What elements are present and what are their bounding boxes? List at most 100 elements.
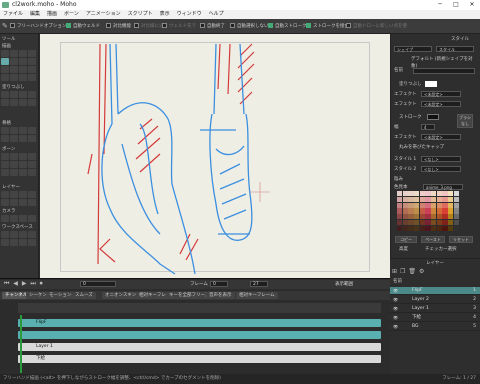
palette-swatch[interactable] bbox=[436, 196, 442, 203]
tool-icon[interactable] bbox=[19, 161, 27, 168]
palette-swatch[interactable] bbox=[453, 214, 459, 220]
menu-item-6[interactable]: 表示 bbox=[160, 10, 170, 19]
palette-swatch[interactable] bbox=[402, 191, 408, 197]
palette-swatch[interactable] bbox=[442, 214, 448, 220]
option-9[interactable]: 自動ドローに新しい点を使 bbox=[346, 23, 407, 30]
tool-icon[interactable] bbox=[1, 66, 9, 73]
palette-swatch[interactable] bbox=[448, 208, 454, 214]
palette-swatch[interactable] bbox=[448, 214, 454, 220]
tool-icon[interactable] bbox=[19, 199, 27, 206]
tool-icon[interactable] bbox=[10, 239, 18, 246]
effect3-select[interactable]: <未設定> bbox=[421, 134, 461, 140]
no-brush-button[interactable]: ブラシなし bbox=[457, 114, 473, 128]
palette-swatch[interactable] bbox=[431, 202, 437, 208]
tool-icon[interactable] bbox=[19, 215, 27, 222]
reset-button[interactable]: リセット bbox=[449, 236, 473, 243]
layer-settings-icon[interactable]: ⚙ bbox=[419, 268, 424, 275]
palette-swatch[interactable] bbox=[414, 196, 420, 203]
palette-swatch[interactable] bbox=[431, 191, 437, 197]
palette-swatch[interactable] bbox=[419, 191, 425, 197]
round-cap-checkbox[interactable]: 丸みを帯びたキャップ bbox=[399, 144, 477, 151]
palette-swatch[interactable] bbox=[442, 196, 448, 203]
visibility-eye-icon[interactable]: 👁 bbox=[393, 323, 398, 331]
tool-icon[interactable] bbox=[1, 74, 9, 81]
menu-item-3[interactable]: ボーン bbox=[64, 10, 79, 19]
tool-icon[interactable] bbox=[19, 66, 27, 73]
palette-swatch[interactable] bbox=[453, 208, 459, 214]
menu-item-0[interactable]: ファイル bbox=[3, 10, 23, 19]
tool-icon[interactable] bbox=[19, 169, 27, 176]
tool-icon[interactable] bbox=[10, 58, 18, 65]
layer-row[interactable]: 👁 下絵 4 bbox=[390, 314, 480, 322]
width-input[interactable]: 4 bbox=[421, 124, 435, 130]
palette-swatch[interactable] bbox=[414, 202, 420, 208]
palette-swatch[interactable] bbox=[436, 191, 442, 197]
tool-icon[interactable] bbox=[10, 66, 18, 73]
name-field[interactable] bbox=[413, 68, 475, 74]
palette-swatch[interactable] bbox=[408, 202, 414, 208]
tool-icon[interactable] bbox=[28, 74, 36, 81]
swatch-select[interactable]: anime_3.png bbox=[423, 184, 463, 190]
tool-icon[interactable] bbox=[10, 215, 18, 222]
option-8[interactable]: ストロークを接合 bbox=[306, 23, 349, 30]
start-frame-input[interactable]: 0 bbox=[210, 281, 228, 287]
menu-item-1[interactable]: 編集 bbox=[30, 10, 40, 19]
tool-icon[interactable] bbox=[28, 50, 36, 57]
palette-swatch[interactable] bbox=[436, 219, 442, 226]
palette-swatch[interactable] bbox=[402, 214, 408, 220]
palette-swatch[interactable] bbox=[402, 196, 408, 203]
tool-icon[interactable] bbox=[19, 231, 27, 238]
visibility-eye-icon[interactable]: 👁 bbox=[393, 287, 398, 295]
tool-icon[interactable] bbox=[10, 153, 18, 160]
palette-swatch[interactable] bbox=[442, 202, 448, 208]
palette-swatch[interactable] bbox=[414, 225, 420, 231]
palette-swatch[interactable] bbox=[436, 214, 442, 220]
tool-icon[interactable] bbox=[1, 153, 9, 160]
tool-icon[interactable] bbox=[10, 161, 18, 168]
tool-icon[interactable] bbox=[1, 231, 9, 238]
palette-swatch[interactable] bbox=[431, 196, 437, 203]
tool-icon[interactable] bbox=[28, 191, 36, 198]
effect2-select[interactable]: <未設定> bbox=[421, 101, 461, 107]
palette-swatch[interactable] bbox=[397, 219, 403, 226]
palette-swatch[interactable] bbox=[419, 225, 425, 231]
palette-swatch[interactable] bbox=[448, 219, 454, 226]
tool-icon[interactable] bbox=[1, 135, 9, 142]
tool-icon[interactable] bbox=[28, 127, 36, 134]
palette-swatch[interactable] bbox=[425, 219, 431, 226]
tool-icon[interactable] bbox=[28, 66, 36, 73]
option-1[interactable]: 自動ウェルド bbox=[66, 23, 100, 30]
tool-icon[interactable] bbox=[10, 135, 18, 142]
tool-icon[interactable] bbox=[1, 127, 9, 134]
tool-icon[interactable] bbox=[19, 127, 27, 134]
palette-swatch[interactable] bbox=[431, 225, 437, 231]
tool-icon[interactable] bbox=[19, 58, 27, 65]
tool-icon[interactable] bbox=[28, 135, 36, 142]
visibility-eye-icon[interactable]: 👁 bbox=[393, 314, 398, 322]
tool-icon[interactable] bbox=[10, 127, 18, 134]
palette-swatch[interactable] bbox=[431, 208, 437, 214]
menu-item-5[interactable]: スクリプト bbox=[128, 10, 153, 19]
palette-swatch[interactable] bbox=[402, 208, 408, 214]
palette-swatch[interactable] bbox=[419, 214, 425, 220]
effect1-select[interactable]: <未設定> bbox=[421, 91, 461, 97]
palette-swatch[interactable] bbox=[408, 214, 414, 220]
palette-swatch[interactable] bbox=[414, 219, 420, 226]
palette-swatch[interactable] bbox=[425, 225, 431, 231]
tool-icon[interactable] bbox=[1, 99, 9, 106]
shape-select[interactable]: シェイプ bbox=[394, 46, 432, 52]
palette-swatch[interactable] bbox=[453, 202, 459, 208]
close-button[interactable]: ✕ bbox=[464, 0, 480, 10]
timeline-tab[interactable]: 音声を表示 bbox=[206, 292, 235, 299]
palette-swatch[interactable] bbox=[448, 196, 454, 203]
palette-swatch[interactable] bbox=[442, 219, 448, 226]
palette-swatch[interactable] bbox=[397, 196, 403, 203]
tool-icon[interactable] bbox=[1, 161, 9, 168]
current-frame-input[interactable]: 0 bbox=[80, 281, 116, 287]
palette-swatch[interactable] bbox=[442, 208, 448, 214]
playhead[interactable] bbox=[20, 315, 22, 373]
tool-icon[interactable] bbox=[28, 215, 36, 222]
playback-controls[interactable]: ⏮ ◀ ▶ ⏭ ⏺ bbox=[4, 280, 44, 288]
palette-swatch[interactable] bbox=[425, 214, 431, 220]
option-5[interactable]: 自動終了 bbox=[200, 23, 225, 30]
